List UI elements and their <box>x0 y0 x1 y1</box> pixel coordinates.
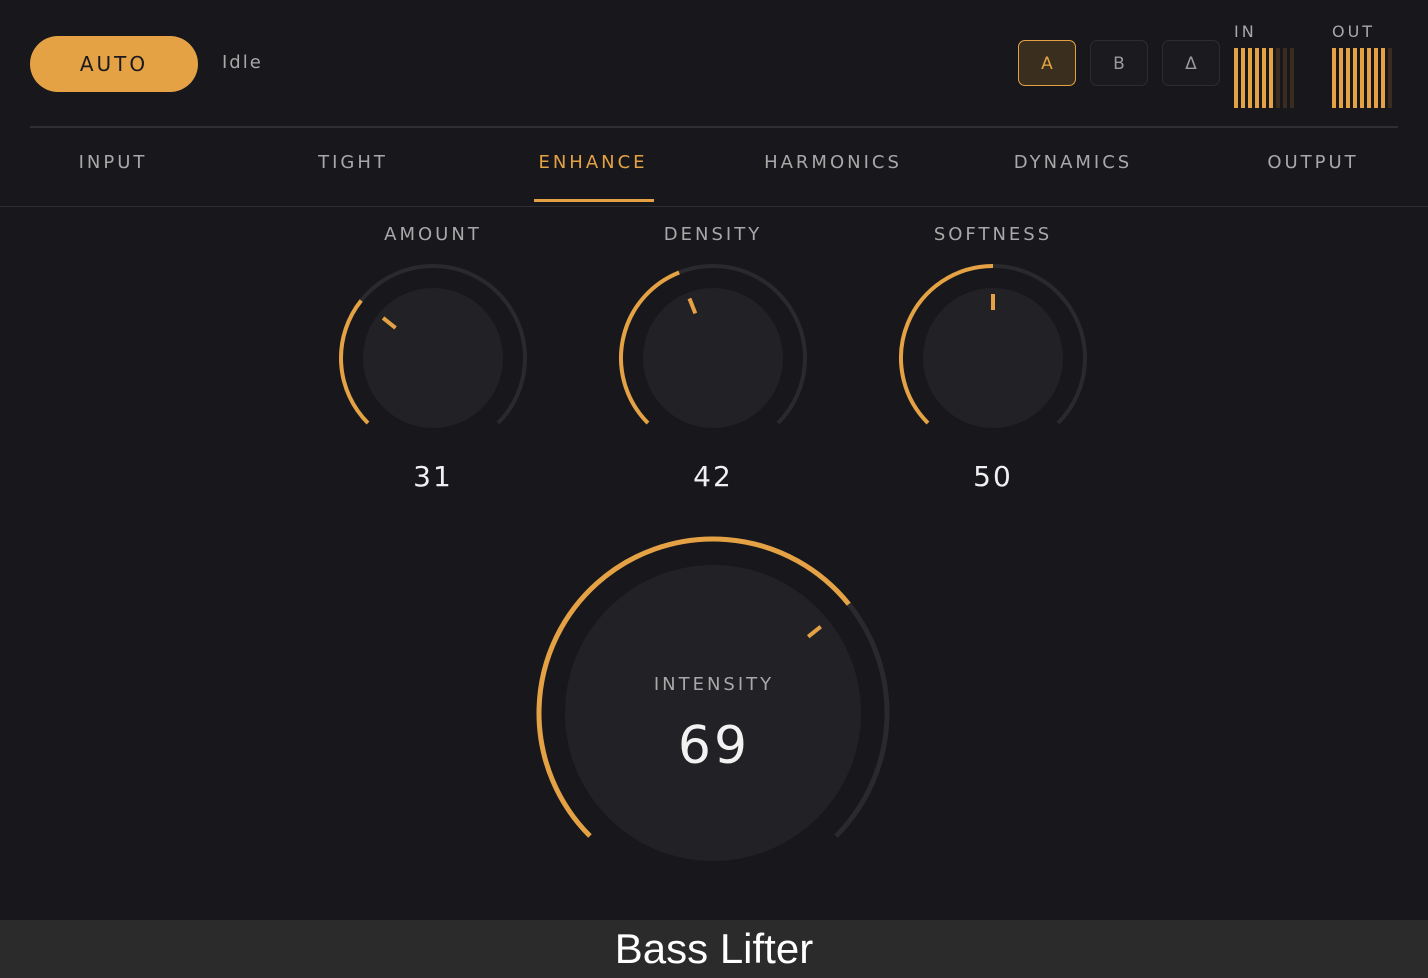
softness-value: 50 <box>973 460 1013 493</box>
intensity-value: 69 <box>677 716 751 776</box>
amount-value: 31 <box>413 460 453 493</box>
knob-face <box>565 565 861 861</box>
softness-knob[interactable] <box>899 264 1087 428</box>
plugin-title: Bass Lifter <box>0 920 1428 978</box>
density-value: 42 <box>693 460 733 493</box>
density-knob[interactable] <box>619 264 807 428</box>
knob-face <box>363 288 503 428</box>
knob-face <box>643 288 783 428</box>
intensity-label: INTENSITY <box>653 674 775 695</box>
amount-knob[interactable] <box>339 264 527 428</box>
intensity-knob[interactable] <box>536 536 890 861</box>
